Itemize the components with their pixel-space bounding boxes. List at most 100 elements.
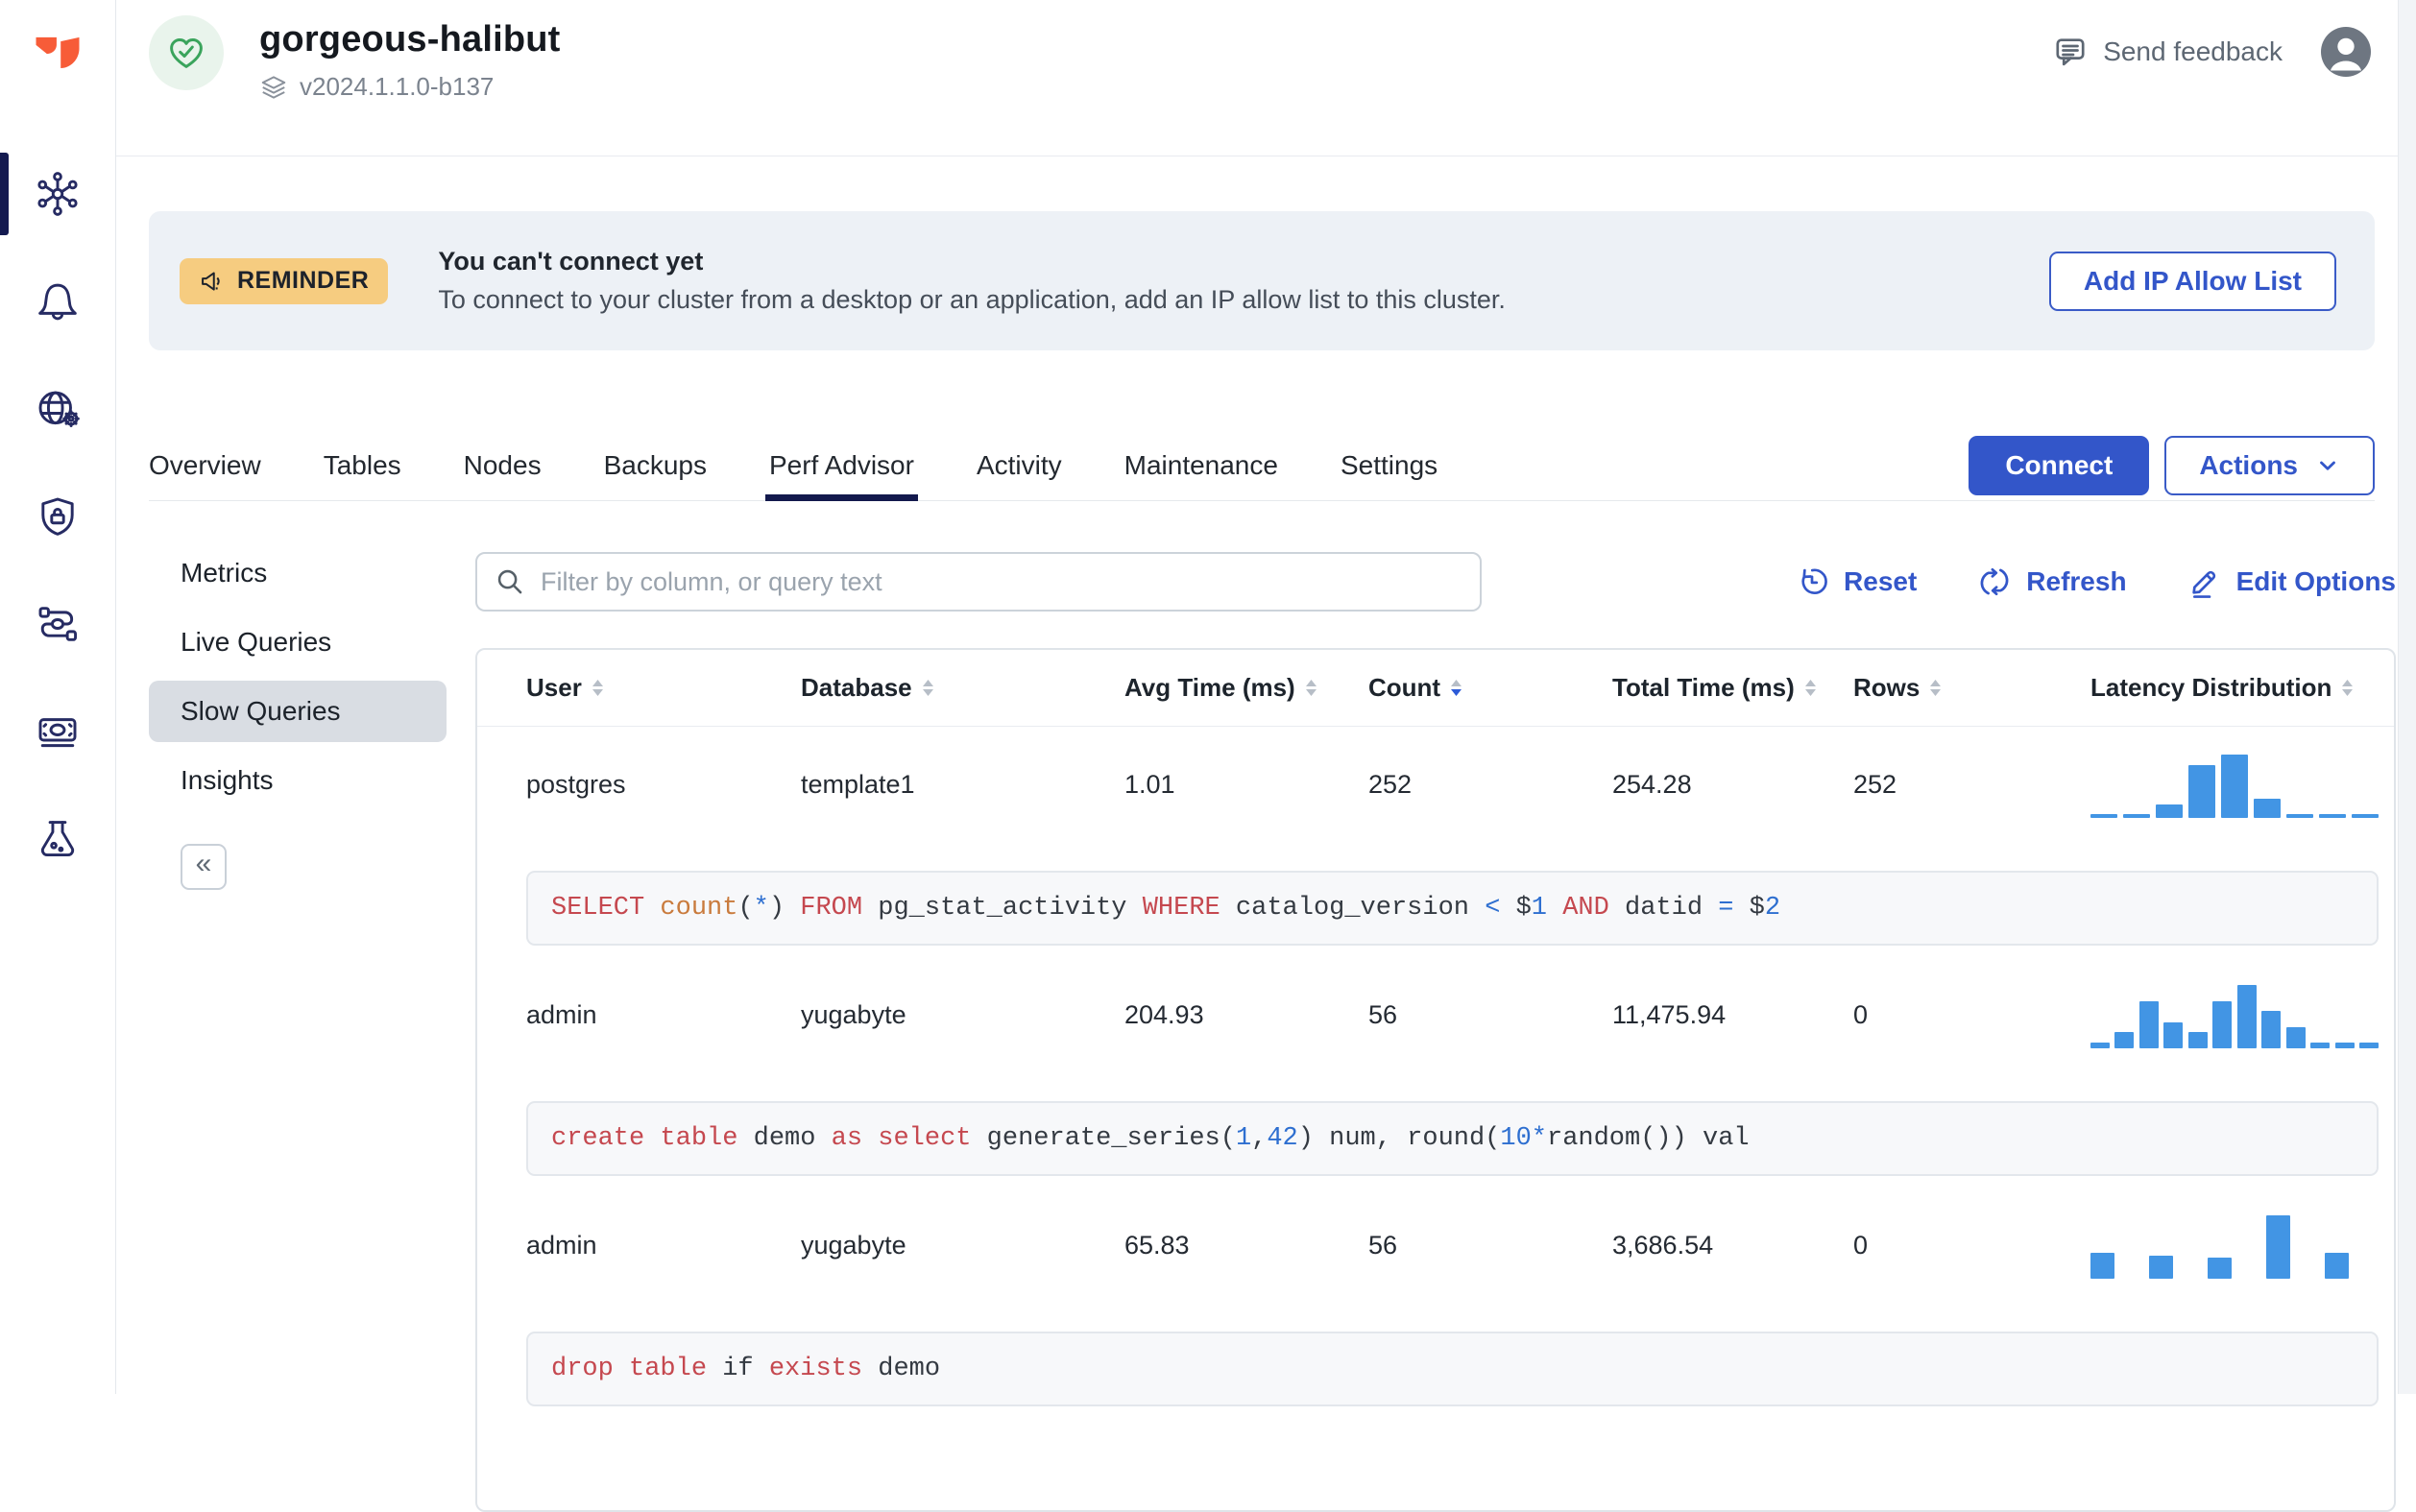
query-code-row: create table demo as select generate_ser… — [477, 1072, 2394, 1188]
banner-description: To connect to your cluster from a deskto… — [438, 285, 1506, 314]
tab-maintenance[interactable]: Maintenance — [1124, 430, 1278, 500]
sort-icon[interactable] — [922, 679, 934, 697]
query-row[interactable]: admin yugabyte 65.83 56 3,686.54 0 — [477, 1188, 2394, 1303]
integrations-flow-icon — [38, 607, 78, 641]
tab-label: Backups — [603, 449, 707, 480]
sidebar-item-clusters[interactable] — [0, 140, 115, 248]
search-icon — [497, 569, 522, 594]
tab-overview[interactable]: Overview — [149, 430, 261, 500]
histogram-bar — [2163, 1022, 2184, 1048]
filter-input[interactable] — [475, 552, 1482, 612]
histogram-bar — [2334, 1043, 2355, 1048]
tab-tables[interactable]: Tables — [324, 430, 401, 500]
alerts-bell-icon — [38, 283, 77, 321]
cell-count: 252 — [1368, 769, 1413, 799]
cell-user: postgres — [526, 769, 626, 799]
sort-icon[interactable] — [1929, 679, 1942, 697]
person-icon — [2330, 37, 2362, 71]
page-title: gorgeous-halibut — [259, 19, 561, 60]
cluster-tabs: Overview Tables Nodes Backups Perf Advis… — [149, 430, 2375, 501]
column-label: User — [526, 673, 582, 702]
reset-button[interactable]: Reset — [1796, 565, 1917, 598]
sidebar-item-alerts[interactable] — [0, 248, 115, 355]
histogram-bar — [2254, 799, 2281, 818]
cell-database: yugabyte — [801, 999, 906, 1029]
column-header[interactable]: Count — [1368, 673, 1612, 703]
sidebar-item-labs[interactable] — [0, 785, 115, 893]
reminder-banner: REMINDER You can't connect yet To connec… — [149, 211, 2375, 350]
collapse-sidenav-button[interactable]: « — [181, 844, 227, 890]
tab-label: Maintenance — [1123, 449, 1278, 480]
subnav-item-slow-queries[interactable]: Slow Queries — [149, 681, 447, 742]
cluster-header: gorgeous-halibut v2024.1.1.0-b137 Send f… — [116, 0, 2398, 156]
column-header[interactable]: Rows — [1853, 673, 2090, 703]
cell-user: admin — [526, 1230, 597, 1260]
subnav-item-metrics[interactable]: Metrics — [149, 542, 447, 604]
slow-queries-table: User Database Avg Time (ms) Count Total … — [475, 648, 2396, 1512]
histogram-bar — [2208, 1258, 2233, 1279]
tab-backups[interactable]: Backups — [604, 430, 707, 500]
cell-user: admin — [526, 999, 597, 1029]
latency-histogram — [2090, 981, 2379, 1048]
query-text[interactable]: SELECT count(*) FROM pg_stat_activity WH… — [526, 871, 2379, 946]
chevron-down-icon — [2320, 461, 2335, 470]
column-header[interactable]: Latency Distribution — [2090, 673, 2379, 703]
histogram-bar — [2236, 985, 2257, 1048]
billing-icon — [38, 718, 77, 748]
query-row[interactable]: postgres template1 1.01 252 254.28 252 — [477, 727, 2394, 842]
scrollbar-track[interactable] — [2398, 0, 2416, 1394]
tab-activity[interactable]: Activity — [977, 430, 1062, 500]
sidebar-item-billing[interactable] — [0, 678, 115, 785]
cell-database: template1 — [801, 769, 915, 799]
column-header[interactable]: Total Time (ms) — [1612, 673, 1853, 703]
histogram-bar — [2212, 1001, 2233, 1048]
sort-icon[interactable] — [1804, 679, 1817, 697]
subnav-item-live-queries[interactable]: Live Queries — [149, 612, 447, 673]
column-label: Avg Time (ms) — [1124, 673, 1295, 702]
tab-settings[interactable]: Settings — [1341, 430, 1438, 500]
sidebar-item-integrations[interactable] — [0, 570, 115, 678]
version-layers-icon — [261, 75, 286, 99]
column-header[interactable]: Avg Time (ms) — [1124, 673, 1368, 703]
column-header[interactable]: User — [526, 673, 801, 703]
reset-label: Reset — [1844, 566, 1918, 596]
edit-options-button[interactable]: Edit Options — [2188, 565, 2396, 598]
add-ip-allow-list-button[interactable]: Add IP Allow List — [2048, 251, 2336, 311]
sort-icon[interactable] — [1305, 679, 1317, 697]
column-label: Database — [801, 673, 912, 702]
send-feedback-button[interactable]: Send feedback — [2053, 35, 2283, 69]
yugabyte-logo-icon[interactable] — [29, 25, 86, 83]
sort-icon[interactable] — [592, 679, 604, 697]
user-avatar[interactable] — [2321, 27, 2371, 77]
histogram-bar — [2090, 1253, 2114, 1279]
tab-perf-advisor[interactable]: Perf Advisor — [764, 430, 918, 501]
column-label: Count — [1368, 673, 1441, 702]
app-sidebar — [0, 0, 116, 1394]
tab-label: Activity — [976, 449, 1062, 480]
subnav-item-insights[interactable]: Insights — [149, 750, 447, 811]
query-text[interactable]: drop table if exists demo — [526, 1332, 2379, 1406]
histogram-bar — [2187, 1032, 2208, 1048]
tab-label: Tables — [323, 449, 401, 480]
histogram-bar — [2261, 1011, 2282, 1048]
cell-database: yugabyte — [801, 1230, 906, 1260]
histogram-bar — [2114, 1032, 2135, 1048]
network-globe-icon — [38, 391, 80, 428]
sidebar-item-network[interactable] — [0, 355, 115, 463]
histogram-bar — [2149, 1256, 2174, 1279]
histogram-bar — [2090, 814, 2117, 818]
sort-icon[interactable] — [2341, 679, 2354, 697]
query-text[interactable]: create table demo as select generate_ser… — [526, 1101, 2379, 1176]
sidebar-item-security[interactable] — [0, 463, 115, 570]
connect-button[interactable]: Connect — [1969, 435, 2150, 495]
query-row[interactable]: admin yugabyte 204.93 56 11,475.94 0 — [477, 957, 2394, 1072]
filter-input-wrap — [475, 552, 1482, 612]
sort-icon[interactable] — [1450, 679, 1462, 697]
refresh-button[interactable]: Refresh — [1978, 565, 2127, 598]
table-header-row: User Database Avg Time (ms) Count Total … — [477, 650, 2394, 727]
actions-button[interactable]: Actions — [2164, 435, 2375, 495]
column-header[interactable]: Database — [801, 673, 1124, 703]
tab-nodes[interactable]: Nodes — [464, 430, 542, 500]
refresh-label: Refresh — [2026, 566, 2127, 596]
reminder-badge-label: REMINDER — [237, 267, 370, 294]
